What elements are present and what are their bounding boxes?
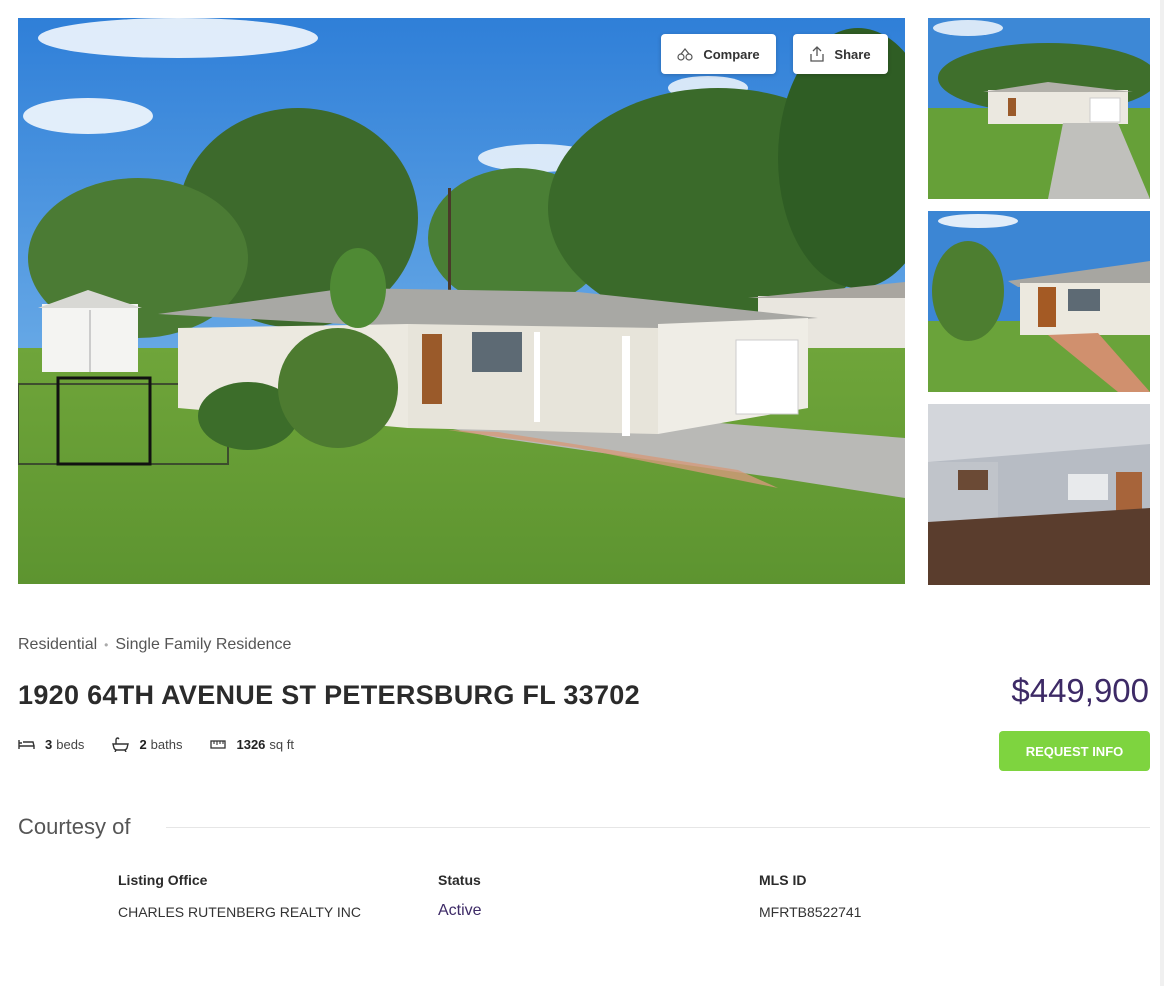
status-value: Active (438, 902, 482, 919)
baths-count: 2 (139, 737, 147, 752)
mls-id-label: MLS ID (759, 872, 807, 888)
page-scrollbar[interactable] (1160, 0, 1164, 986)
separator-dot: • (104, 638, 109, 652)
baths-label: baths (150, 737, 183, 752)
section-divider (166, 827, 1150, 828)
request-info-button[interactable]: REQUEST INFO (999, 731, 1150, 771)
share-label: Share (834, 46, 871, 62)
property-specs: 3 beds 2 baths 1326 sq ft (18, 737, 322, 752)
main-listing-photo[interactable] (18, 18, 905, 584)
mls-id-column: MLS ID MFRTB8522741 (759, 872, 861, 920)
beds-spec: 3 beds (18, 737, 84, 752)
bed-icon (18, 740, 35, 749)
property-category: Residential (18, 636, 98, 653)
thumbnail-exterior-front[interactable] (928, 18, 1150, 199)
listing-office-column: Listing Office CHARLES RUTENBERG REALTY … (118, 872, 361, 920)
property-price: $449,900 (1011, 672, 1149, 709)
ruler-icon (210, 740, 227, 749)
baths-spec: 2 baths (112, 737, 182, 752)
sqft-count: 1326 (236, 737, 266, 752)
sqft-spec: 1326 sq ft (210, 737, 294, 752)
courtesy-heading: Courtesy of (18, 814, 131, 839)
sqft-label: sq ft (269, 737, 294, 752)
listing-office-value: CHARLES RUTENBERG REALTY INC (118, 904, 361, 920)
bath-icon (112, 737, 130, 752)
beds-count: 3 (45, 737, 53, 752)
share-button[interactable]: Share (793, 34, 888, 74)
listing-office-label: Listing Office (118, 872, 208, 888)
compare-label: Compare (703, 46, 760, 62)
property-subtype: Single Family Residence (115, 636, 292, 653)
thumbnail-interior-living[interactable] (928, 404, 1150, 585)
thumbnail-front-entry[interactable] (928, 211, 1150, 392)
property-type-breadcrumb: Residential • Single Family Residence (18, 636, 291, 654)
share-icon (810, 46, 825, 62)
compare-icon (677, 48, 693, 61)
beds-label: beds (56, 737, 85, 752)
status-column: Status Active (438, 872, 482, 920)
mls-id-value: MFRTB8522741 (759, 904, 862, 920)
status-label: Status (438, 872, 481, 888)
property-address: 1920 64TH AVENUE ST PETERSBURG FL 33702 (18, 680, 640, 710)
compare-button[interactable]: Compare (661, 34, 776, 74)
